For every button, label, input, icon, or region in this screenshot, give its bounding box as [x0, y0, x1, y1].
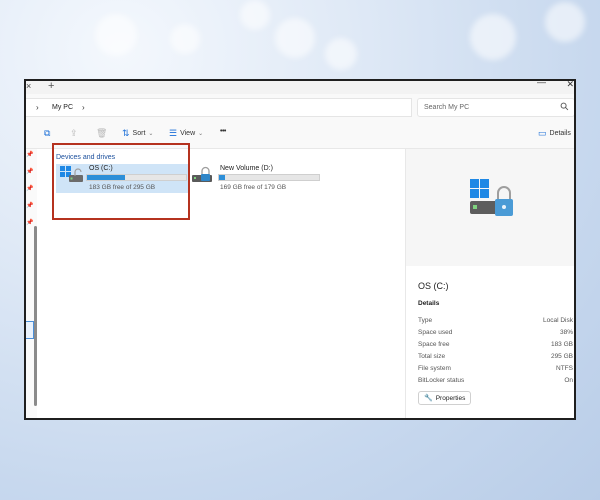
chevron-down-icon: ⌄	[148, 131, 154, 137]
delete-button[interactable]: 🗑	[96, 128, 107, 139]
details-value: On	[564, 377, 573, 384]
minimize-button[interactable]: —	[537, 81, 546, 87]
pin-icon[interactable]: 📌	[26, 168, 33, 175]
drive-free-space: 169 GB free of 179 GB	[220, 184, 287, 191]
file-explorer-window: × + — ✕ › My PC › Search My PC ⧉ ⇪ 🗑 ⇅ S…	[24, 79, 576, 420]
windows-drive-icon	[470, 179, 520, 228]
new-tab-button[interactable]: +	[48, 81, 54, 92]
drive-name: New Volume (D:)	[220, 165, 273, 172]
pin-icon[interactable]: 📌	[26, 185, 33, 192]
details-row-type: Type Local Disk	[418, 317, 573, 324]
drive-highlight-annotation	[52, 143, 190, 220]
properties-button[interactable]: 🔧 Properties	[418, 391, 471, 405]
breadcrumb-separator[interactable]: ›	[36, 103, 39, 112]
share-icon: ⇪	[70, 128, 78, 138]
sort-label: Sort	[132, 130, 146, 137]
details-label: BitLocker status	[418, 377, 465, 384]
details-pane: OS (C:) Details Type Local Disk Space us…	[405, 149, 574, 418]
background-bokeh	[325, 38, 357, 70]
details-value: Local Disk	[543, 317, 573, 324]
background-bokeh	[545, 2, 585, 42]
tab-bar: × + — ✕	[26, 81, 574, 94]
locked-drive-icon	[192, 166, 216, 191]
rename-button[interactable]: ⧉	[44, 128, 50, 139]
view-button[interactable]: ☰ View ⌄	[169, 128, 203, 139]
view-icon: ☰	[169, 128, 178, 138]
pin-icon[interactable]: 📌	[26, 219, 33, 226]
drive-preview	[406, 149, 574, 266]
details-value: 183 GB	[550, 341, 573, 348]
more-options-button[interactable]: •••	[220, 128, 226, 135]
sort-button[interactable]: ⇅ Sort ⌄	[122, 128, 153, 139]
drive-usage-bar	[218, 174, 320, 181]
properties-label: Properties	[435, 394, 466, 402]
search-placeholder: Search My PC	[424, 104, 470, 111]
navigation-selected-item[interactable]	[26, 321, 34, 339]
details-pane-icon: ▭	[538, 128, 547, 138]
details-row-bitlocker: BitLocker status On	[418, 377, 573, 384]
details-label: Total size	[418, 353, 446, 360]
details-title: OS (C:)	[418, 281, 449, 291]
background-bokeh	[170, 24, 200, 54]
pin-icon[interactable]: 📌	[26, 151, 33, 158]
details-button[interactable]: ▭ Details	[538, 128, 571, 139]
sort-icon: ⇅	[122, 128, 130, 138]
details-label: Space free	[418, 341, 450, 348]
pin-icon[interactable]: 📌	[26, 202, 33, 209]
close-window-button[interactable]: ✕	[566, 81, 574, 90]
chevron-down-icon: ⌄	[198, 131, 204, 137]
background-bokeh	[240, 0, 270, 30]
details-row-space-used: Space used 38%	[418, 329, 573, 336]
details-section-heading: Details	[418, 300, 440, 307]
details-label: Details	[549, 130, 571, 137]
details-label: File system	[418, 365, 451, 372]
drive-tile-d[interactable]: New Volume (D:) 169 GB free of 179 GB	[190, 164, 330, 193]
details-row-total-size: Total size 295 GB	[418, 353, 573, 360]
trash-icon: 🗑	[96, 128, 108, 138]
details-label: Type	[418, 317, 433, 324]
background-bokeh	[275, 18, 315, 58]
details-label: Space used	[418, 329, 453, 336]
share-button[interactable]: ⇪	[70, 128, 78, 139]
view-label: View	[180, 130, 196, 137]
search-input[interactable]: Search My PC	[417, 98, 574, 117]
breadcrumb[interactable]: › My PC ›	[26, 98, 412, 117]
background-bokeh	[470, 14, 516, 60]
search-icon[interactable]	[560, 102, 569, 113]
drive-usage-fill	[219, 175, 225, 180]
address-bar: › My PC › Search My PC	[26, 94, 574, 122]
rename-icon: ⧉	[44, 128, 51, 138]
breadcrumb-separator[interactable]: ›	[82, 103, 85, 112]
details-value: 38%	[559, 329, 573, 336]
close-tab-button[interactable]: ×	[26, 81, 31, 91]
properties-icon: 🔧	[424, 395, 433, 402]
details-value: 295 GB	[550, 353, 573, 360]
breadcrumb-my-pc[interactable]: My PC	[52, 104, 73, 111]
details-row-file-system: File system NTFS	[418, 365, 573, 372]
details-value: NTFS	[556, 365, 573, 372]
navigation-scrollbar[interactable]	[34, 226, 37, 406]
background-bokeh	[95, 14, 137, 56]
details-row-space-free: Space free 183 GB	[418, 341, 573, 348]
